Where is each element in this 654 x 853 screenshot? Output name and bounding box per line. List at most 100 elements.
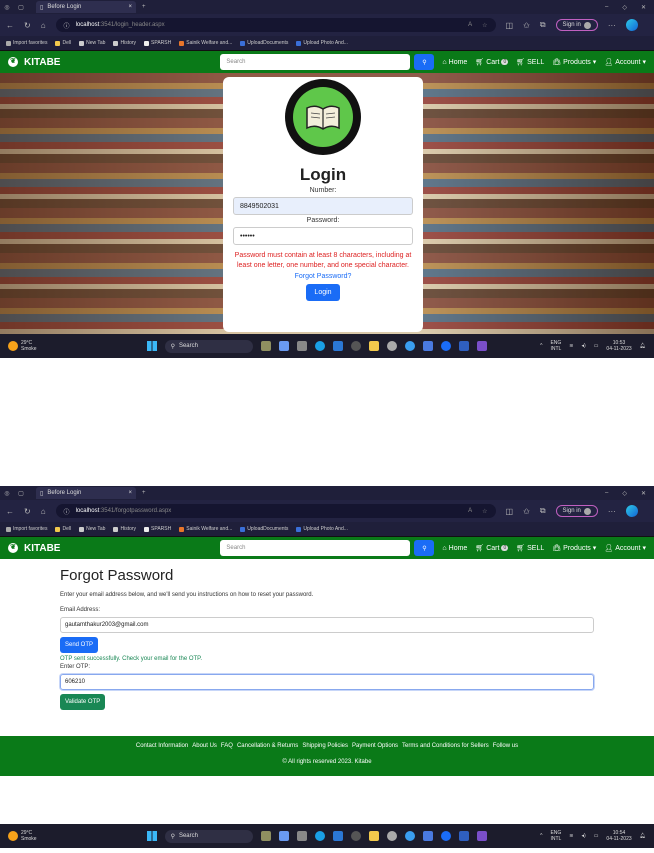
nav-cart[interactable]: 🛒︎ Cart 0	[475, 544, 509, 552]
footer-link[interactable]: About Us	[192, 743, 217, 749]
more-icon[interactable]: ···	[608, 21, 616, 30]
nav-products[interactable]: 👜︎ Products ▾	[552, 544, 596, 553]
teams-icon[interactable]	[476, 341, 487, 351]
new-tab-icon[interactable]: +	[142, 4, 146, 10]
nav-home[interactable]: ⌂ Home	[442, 545, 467, 552]
url-field[interactable]: ⓘ localhost:3541/login_header.aspx A ☆	[55, 18, 496, 32]
camera-icon[interactable]	[296, 831, 307, 841]
copilot-icon[interactable]	[625, 505, 638, 517]
taskbar-search[interactable]: ⚲ Search	[164, 339, 253, 353]
task-view-icon[interactable]	[278, 831, 289, 841]
language-indicator[interactable]: ENG INTL	[550, 830, 561, 842]
password-input[interactable]: ••••••	[233, 227, 413, 245]
edge-icon[interactable]	[314, 831, 325, 841]
email-field[interactable]: gautamthakur2003@gmail.com	[60, 617, 594, 633]
footer-link[interactable]: Terms and Conditions for Sellers	[402, 743, 489, 749]
footer-link[interactable]: Follow us	[493, 743, 518, 749]
forgot-password-link[interactable]: Forgot Password?	[223, 273, 423, 280]
close-window-icon[interactable]: ✕	[641, 4, 646, 11]
language-indicator[interactable]: ENG INTL	[550, 340, 561, 352]
read-aloud-icon[interactable]: A	[468, 508, 472, 515]
fav-sainik[interactable]: Sainik Welfare and...	[179, 526, 232, 532]
start-icon[interactable]	[146, 831, 157, 841]
dell-icon[interactable]	[350, 831, 361, 841]
dell-icon[interactable]	[350, 341, 361, 351]
weather-widget[interactable]: 29°C Smoke	[8, 340, 37, 352]
battery-icon[interactable]: ▭	[594, 833, 599, 839]
fav-import[interactable]: Import favorites	[6, 526, 47, 532]
fav-dell[interactable]: Dell	[55, 526, 71, 532]
settings-icon[interactable]	[386, 341, 397, 351]
number-input[interactable]: 8849502031	[233, 197, 413, 215]
mail-icon[interactable]	[332, 341, 343, 351]
fav-history[interactable]: History	[113, 526, 136, 532]
fav-newtab[interactable]: New Tab	[79, 40, 105, 46]
nav-account[interactable]: 👤︎ Account ▾	[604, 58, 646, 67]
back-icon[interactable]: ←	[6, 507, 14, 516]
search-input[interactable]: Search	[220, 54, 411, 70]
minimize-icon[interactable]: –	[605, 4, 608, 11]
login-button[interactable]: Login	[306, 284, 340, 301]
nav-account[interactable]: 👤︎ Account ▾	[604, 544, 646, 553]
nav-cart[interactable]: 🛒︎ Cart 0	[475, 58, 509, 66]
clock[interactable]: 10:54 04-11-2023	[606, 830, 631, 842]
fav-dell[interactable]: Dell	[55, 40, 71, 46]
search-button[interactable]: ⚲	[414, 540, 435, 556]
split-screen-icon[interactable]: ◫	[506, 21, 514, 30]
fav-sparsh[interactable]: SPARSH	[144, 40, 171, 46]
search-input[interactable]: Search	[220, 540, 411, 556]
media-icon[interactable]	[440, 831, 451, 841]
file-explorer-icon[interactable]	[368, 341, 379, 351]
notification-bell-icon[interactable]: 🔔︎	[640, 343, 646, 349]
nav-sell[interactable]: 🛒︎ SELL	[516, 544, 544, 553]
fav-upload-docs[interactable]: UploadDocuments	[240, 40, 288, 46]
favorites-icon[interactable]: ✩	[523, 507, 530, 516]
tab-actions-icon[interactable]: ▢	[14, 490, 28, 497]
fav-newtab[interactable]: New Tab	[79, 526, 105, 532]
camera-icon[interactable]	[296, 341, 307, 351]
restore-icon[interactable]: ◇	[622, 490, 627, 497]
file-explorer-icon[interactable]	[368, 831, 379, 841]
home-icon[interactable]: ⌂	[41, 507, 46, 516]
browser-tab[interactable]: ▯ Before Login ×	[36, 1, 136, 13]
favorite-star-icon[interactable]: ☆	[482, 22, 487, 29]
signin-button[interactable]: Sign in	[555, 505, 598, 517]
profile-icon[interactable]: ◎	[0, 4, 14, 11]
weather-widget[interactable]: 29°C Smoke	[8, 830, 37, 842]
teams-icon[interactable]	[476, 831, 487, 841]
refresh-icon[interactable]: ↻	[24, 507, 31, 516]
word-icon[interactable]	[458, 341, 469, 351]
fav-upload-docs[interactable]: UploadDocuments	[240, 526, 288, 532]
volume-icon[interactable]: ◂)	[582, 343, 586, 349]
word-icon[interactable]	[458, 831, 469, 841]
media-icon[interactable]	[440, 341, 451, 351]
read-aloud-icon[interactable]: A	[468, 22, 472, 29]
copilot-icon[interactable]	[625, 19, 638, 31]
volume-icon[interactable]: ◂)	[582, 833, 586, 839]
wifi-icon[interactable]: ≋	[569, 343, 573, 349]
fav-sparsh[interactable]: SPARSH	[144, 526, 171, 532]
wifi-icon[interactable]: ≋	[569, 833, 573, 839]
taskbar-search[interactable]: ⚲ Search	[164, 829, 253, 843]
url-field[interactable]: ⓘ localhost:3541/forgotpassword.aspx A ☆	[55, 504, 496, 518]
home-icon[interactable]: ⌂	[41, 21, 46, 30]
widgets-icon[interactable]	[260, 341, 271, 351]
favorite-star-icon[interactable]: ☆	[482, 508, 487, 515]
widgets-icon[interactable]	[260, 831, 271, 841]
chrome-icon[interactable]	[404, 341, 415, 351]
brand[interactable]: ❦ KITABE	[8, 543, 60, 554]
fav-history[interactable]: History	[113, 40, 136, 46]
nav-home[interactable]: ⌂ Home	[442, 59, 467, 66]
start-icon[interactable]	[146, 341, 157, 351]
nav-sell[interactable]: 🛒︎ SELL	[516, 58, 544, 67]
task-view-icon[interactable]	[278, 341, 289, 351]
close-window-icon[interactable]: ✕	[641, 490, 646, 497]
store-icon[interactable]	[422, 341, 433, 351]
validate-otp-button[interactable]: Validate OTP	[60, 694, 106, 710]
footer-link[interactable]: Contact Information	[136, 743, 188, 749]
close-tab-icon[interactable]: ×	[128, 490, 132, 496]
settings-icon[interactable]	[386, 831, 397, 841]
mail-icon[interactable]	[332, 831, 343, 841]
footer-link[interactable]: Payment Options	[352, 743, 398, 749]
collections-icon[interactable]: ⧉	[540, 20, 546, 30]
